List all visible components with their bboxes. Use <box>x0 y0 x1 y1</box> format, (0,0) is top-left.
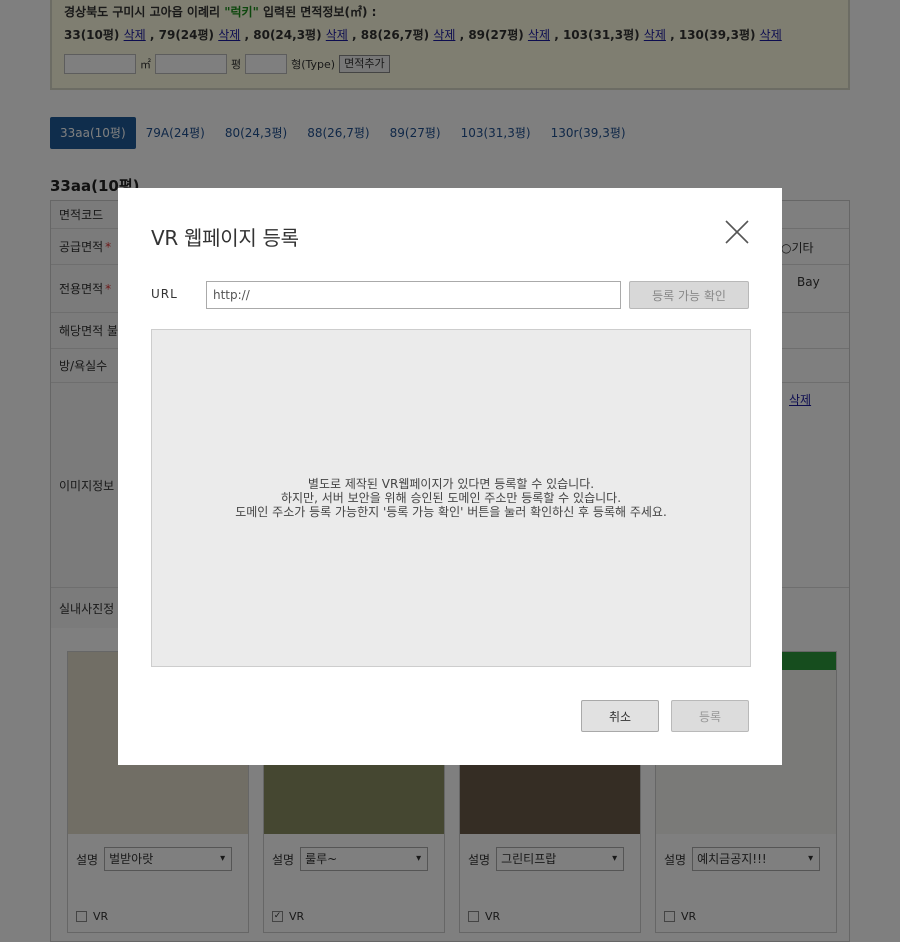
close-icon[interactable] <box>724 219 750 245</box>
vr-preview-area: 별도로 제작된 VR웹페이지가 있다면 등록할 수 있습니다. 하지만, 서버 … <box>151 329 751 667</box>
url-label: URL <box>151 287 178 301</box>
preview-text-line3: 도메인 주소가 등록 가능한지 '등록 가능 확인' 버튼을 눌러 확인하신 후… <box>235 505 667 519</box>
modal-title: VR 웹페이지 등록 <box>151 226 299 250</box>
url-input[interactable] <box>206 281 621 309</box>
vr-register-modal: VR 웹페이지 등록 URL 등록 가능 확인 별도로 제작된 VR웹페이지가 … <box>118 188 782 765</box>
preview-text-line2: 하지만, 서버 보안을 위해 승인된 도메인 주소만 등록할 수 있습니다. <box>280 491 622 505</box>
check-availability-button[interactable]: 등록 가능 확인 <box>629 281 749 309</box>
preview-text-line1: 별도로 제작된 VR웹페이지가 있다면 등록할 수 있습니다. <box>307 477 595 491</box>
cancel-button[interactable]: 취소 <box>581 700 659 732</box>
submit-button[interactable]: 등록 <box>671 700 749 732</box>
